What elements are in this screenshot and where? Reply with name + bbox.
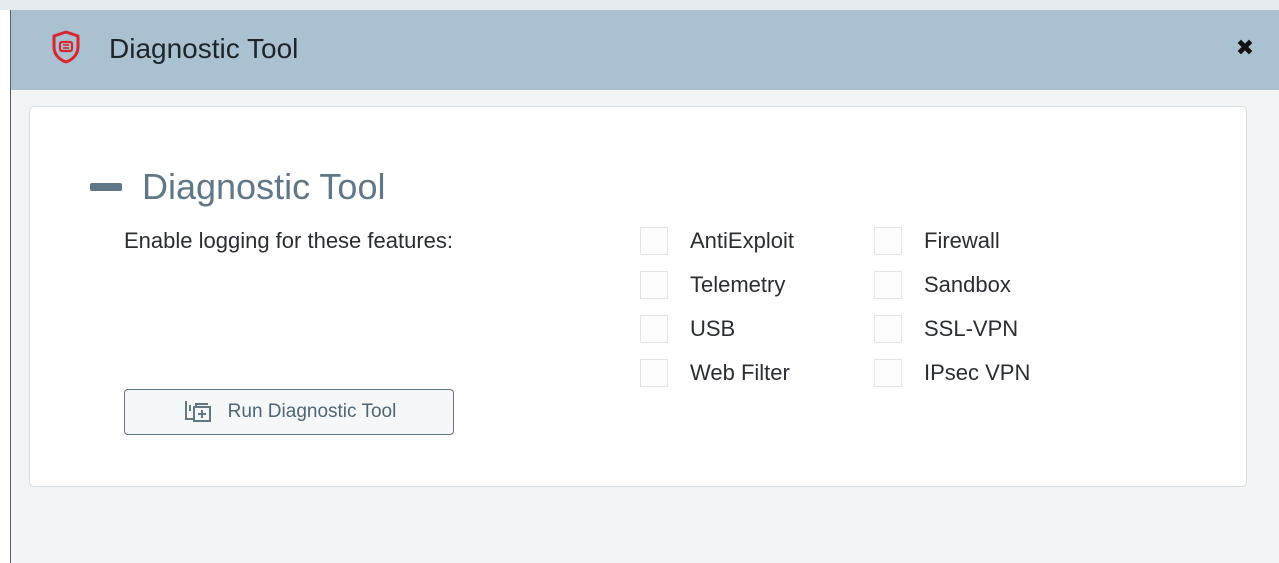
forticlient-shield-icon [52, 30, 80, 64]
sandbox-checkbox[interactable] [874, 271, 902, 299]
ssl-vpn-checkbox[interactable] [874, 315, 902, 343]
run-diagnostic-tool-button[interactable]: Run Diagnostic Tool [124, 389, 454, 435]
telemetry-checkbox[interactable] [640, 271, 668, 299]
antiexploit-checkbox[interactable] [640, 227, 668, 255]
feature-label: IPsec VPN [924, 360, 1031, 385]
close-button[interactable]: ✖ [1233, 36, 1257, 60]
feature-firewall[interactable]: Firewall [874, 219, 1074, 263]
run-diagnostic-label: Run Diagnostic Tool [227, 401, 397, 422]
window-title: Diagnostic Tool [109, 33, 299, 64]
close-icon: ✖ [1235, 35, 1255, 60]
feature-label: Firewall [924, 228, 1000, 253]
feature-web-filter[interactable]: Web Filter [640, 351, 874, 395]
feature-sandbox[interactable]: Sandbox [874, 263, 1074, 307]
feature-label: AntiExploit [690, 228, 794, 253]
feature-label: USB [690, 316, 736, 341]
diagnostic-panel: Diagnostic Tool Enable logging for these… [29, 106, 1247, 487]
feature-label: Telemetry [690, 272, 786, 297]
feature-ssl-vpn[interactable]: SSL-VPN [874, 307, 1074, 351]
feature-label: Sandbox [924, 272, 1011, 297]
feature-checkbox-grid: AntiExploit Firewall Telemetry Sandbox U… [640, 219, 1074, 395]
section-title: Diagnostic Tool [142, 166, 386, 207]
feature-telemetry[interactable]: Telemetry [640, 263, 874, 307]
title-bar: Diagnostic Tool ✖ [11, 10, 1279, 90]
usb-checkbox[interactable] [640, 315, 668, 343]
top-strip [0, 0, 1279, 10]
firewall-checkbox[interactable] [874, 227, 902, 255]
feature-usb[interactable]: USB [640, 307, 874, 351]
feature-label: SSL-VPN [924, 316, 1019, 341]
section-header: Diagnostic Tool [90, 165, 385, 209]
ipsec-vpn-checkbox[interactable] [874, 359, 902, 387]
minus-icon[interactable] [90, 183, 122, 191]
feature-antiexploit[interactable]: AntiExploit [640, 219, 874, 263]
feature-ipsec-vpn[interactable]: IPsec VPN [874, 351, 1074, 395]
feature-label: Web Filter [690, 360, 790, 385]
web-filter-checkbox[interactable] [640, 359, 668, 387]
enable-logging-label: Enable logging for these features: [124, 228, 454, 253]
diagnostic-tool-window: Diagnostic Tool ✖ Diagnostic Tool Enable… [10, 10, 1279, 563]
run-diagnostic-icon [184, 401, 211, 422]
